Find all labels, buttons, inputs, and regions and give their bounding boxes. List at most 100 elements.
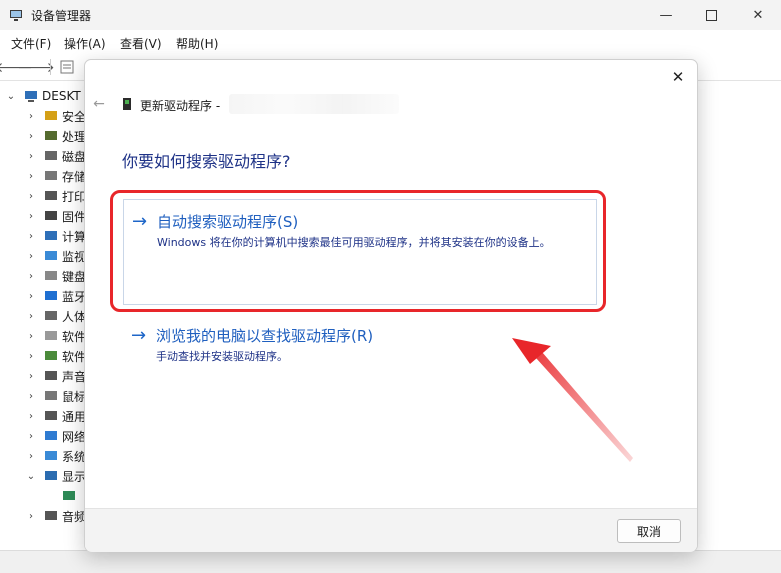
tree-item[interactable]: › 处理 [26,126,86,146]
browse-option[interactable]: → 浏览我的电脑以查找驱动程序(R) 手动查找并安装驱动程序。 [123,324,595,364]
menu-bar: 文件(F) 操作(A) 查看(V) 帮助(H) [0,30,781,54]
chevron-right-icon[interactable]: › [26,311,36,322]
chevron-right-icon[interactable]: › [26,271,36,282]
forward-icon[interactable]: 🡒 [17,58,55,76]
tree-item[interactable]: › 软件 [26,346,86,366]
tree-item[interactable]: › 软件 [26,326,86,346]
menu-help[interactable]: 帮助(H) [176,35,218,52]
tree-item[interactable]: › 网络 [26,426,86,446]
tree-item-label: 声音 [62,369,87,384]
chevron-right-icon[interactable]: › [26,231,36,242]
network-icon [45,431,57,440]
software-component-icon [45,351,57,360]
chevron-right-icon[interactable]: › [26,251,36,262]
chevron-right-icon[interactable]: › [26,151,36,162]
tree-item-label: 系统 [62,449,87,464]
chevron-right-icon[interactable]: › [26,511,36,522]
tree-item[interactable]: › 蓝牙 [26,286,86,306]
maximize-icon[interactable] [688,0,734,30]
chevron-down-icon[interactable]: ⌄ [26,471,36,482]
tree-item[interactable]: › 磁盘 [26,146,86,166]
tree-root[interactable]: ⌄ DESKT [6,86,81,106]
chevron-right-icon[interactable]: › [26,331,36,342]
right-arrow-icon: → [131,325,147,346]
cancel-button[interactable]: 取消 [617,519,681,543]
tree-item[interactable]: › 键盘 [26,266,86,286]
tree-item[interactable]: › 声音 [26,366,86,386]
title-bar: 设备管理器 — ✕ [0,0,781,30]
tree-item[interactable]: › 监视 [26,246,86,266]
chevron-right-icon[interactable]: › [26,131,36,142]
tree-item-label: 人体 [62,309,87,324]
chevron-right-icon[interactable]: › [26,291,36,302]
chevron-right-icon[interactable]: › [26,411,36,422]
printer-icon [45,191,57,200]
monitor-icon [45,251,57,260]
chevron-right-icon[interactable]: › [26,451,36,462]
computer-root-icon [25,91,37,102]
tree-item[interactable]: › 存储 [26,166,86,186]
status-bar [0,550,781,573]
chevron-right-icon[interactable]: › [26,431,36,442]
tree-item-label: 通用 [62,409,87,424]
tree-item[interactable]: ⌄ 显示 [26,466,86,486]
annotation-highlight-box [110,190,606,312]
chevron-right-icon[interactable]: › [26,191,36,202]
disk-icon [45,151,57,160]
hid-icon [45,311,57,320]
chevron-right-icon[interactable]: › [26,211,36,222]
tree-item[interactable]: › 系统 [26,446,86,466]
back-arrow-icon[interactable]: ← [91,96,107,112]
menu-action[interactable]: 操作(A) [64,35,106,52]
tree-item[interactable]: › 固件 [26,206,86,226]
close-icon[interactable]: ✕ [735,0,781,30]
tree-item[interactable]: › 音频 [26,506,86,526]
toolbar-separator [50,59,51,75]
chevron-right-icon[interactable]: › [26,371,36,382]
chevron-down-icon[interactable]: ⌄ [6,91,16,102]
security-icon [45,111,57,120]
dialog-footer: 取消 [85,508,697,552]
tree-item-label: 磁盘 [62,149,87,164]
properties-icon[interactable] [58,58,76,76]
dialog-title: 更新驱动程序 - [140,99,221,113]
menu-file[interactable]: 文件(F) [11,35,51,52]
display-adapter-icon [45,471,57,480]
tree-item-label: 软件 [62,329,87,344]
tree-item-label: 鼠标 [62,389,87,404]
menu-view[interactable]: 查看(V) [120,35,162,52]
tree-item[interactable]: › 安全 [26,106,86,126]
browse-title[interactable]: 浏览我的电脑以查找驱动程序(R) [156,325,373,346]
chevron-right-icon[interactable]: › [26,351,36,362]
tree-item-label: 显示 [62,469,87,484]
tree-item[interactable]: › 计算 [26,226,86,246]
dialog-close-icon[interactable]: ✕ [667,66,689,88]
chevron-right-icon[interactable]: › [26,171,36,182]
browse-desc: 手动查找并安装驱动程序。 [156,350,288,363]
tree-root-label: DESKT [42,89,81,103]
dialog-question: 你要如何搜索驱动程序? [122,152,291,171]
tree-item[interactable]: › 人体 [26,306,86,326]
tree-item-label: 固件 [62,209,87,224]
tree-item[interactable] [44,486,80,506]
tree-item-label: 网络 [62,429,87,444]
sound-icon [45,371,57,380]
tree-item-label: 存储 [62,169,87,184]
computer-icon [45,231,57,240]
software-device-icon [45,331,57,340]
tree-item[interactable]: › 打印 [26,186,86,206]
firmware-icon [45,211,57,220]
minimize-icon[interactable]: — [643,0,689,30]
audio-icon [45,511,57,520]
tree-item-label: 音频 [62,509,87,524]
tree-item-label: 安全 [62,109,87,124]
chevron-right-icon[interactable]: › [26,111,36,122]
tree-item[interactable]: › 鼠标 [26,386,86,406]
bluetooth-icon [45,291,57,300]
mouse-icon [45,391,57,400]
system-icon [45,451,57,460]
tree-item-label: 软件 [62,349,87,364]
chevron-right-icon[interactable]: › [26,391,36,402]
tree-item[interactable]: › 通用 [26,406,86,426]
processor-icon [45,131,57,140]
